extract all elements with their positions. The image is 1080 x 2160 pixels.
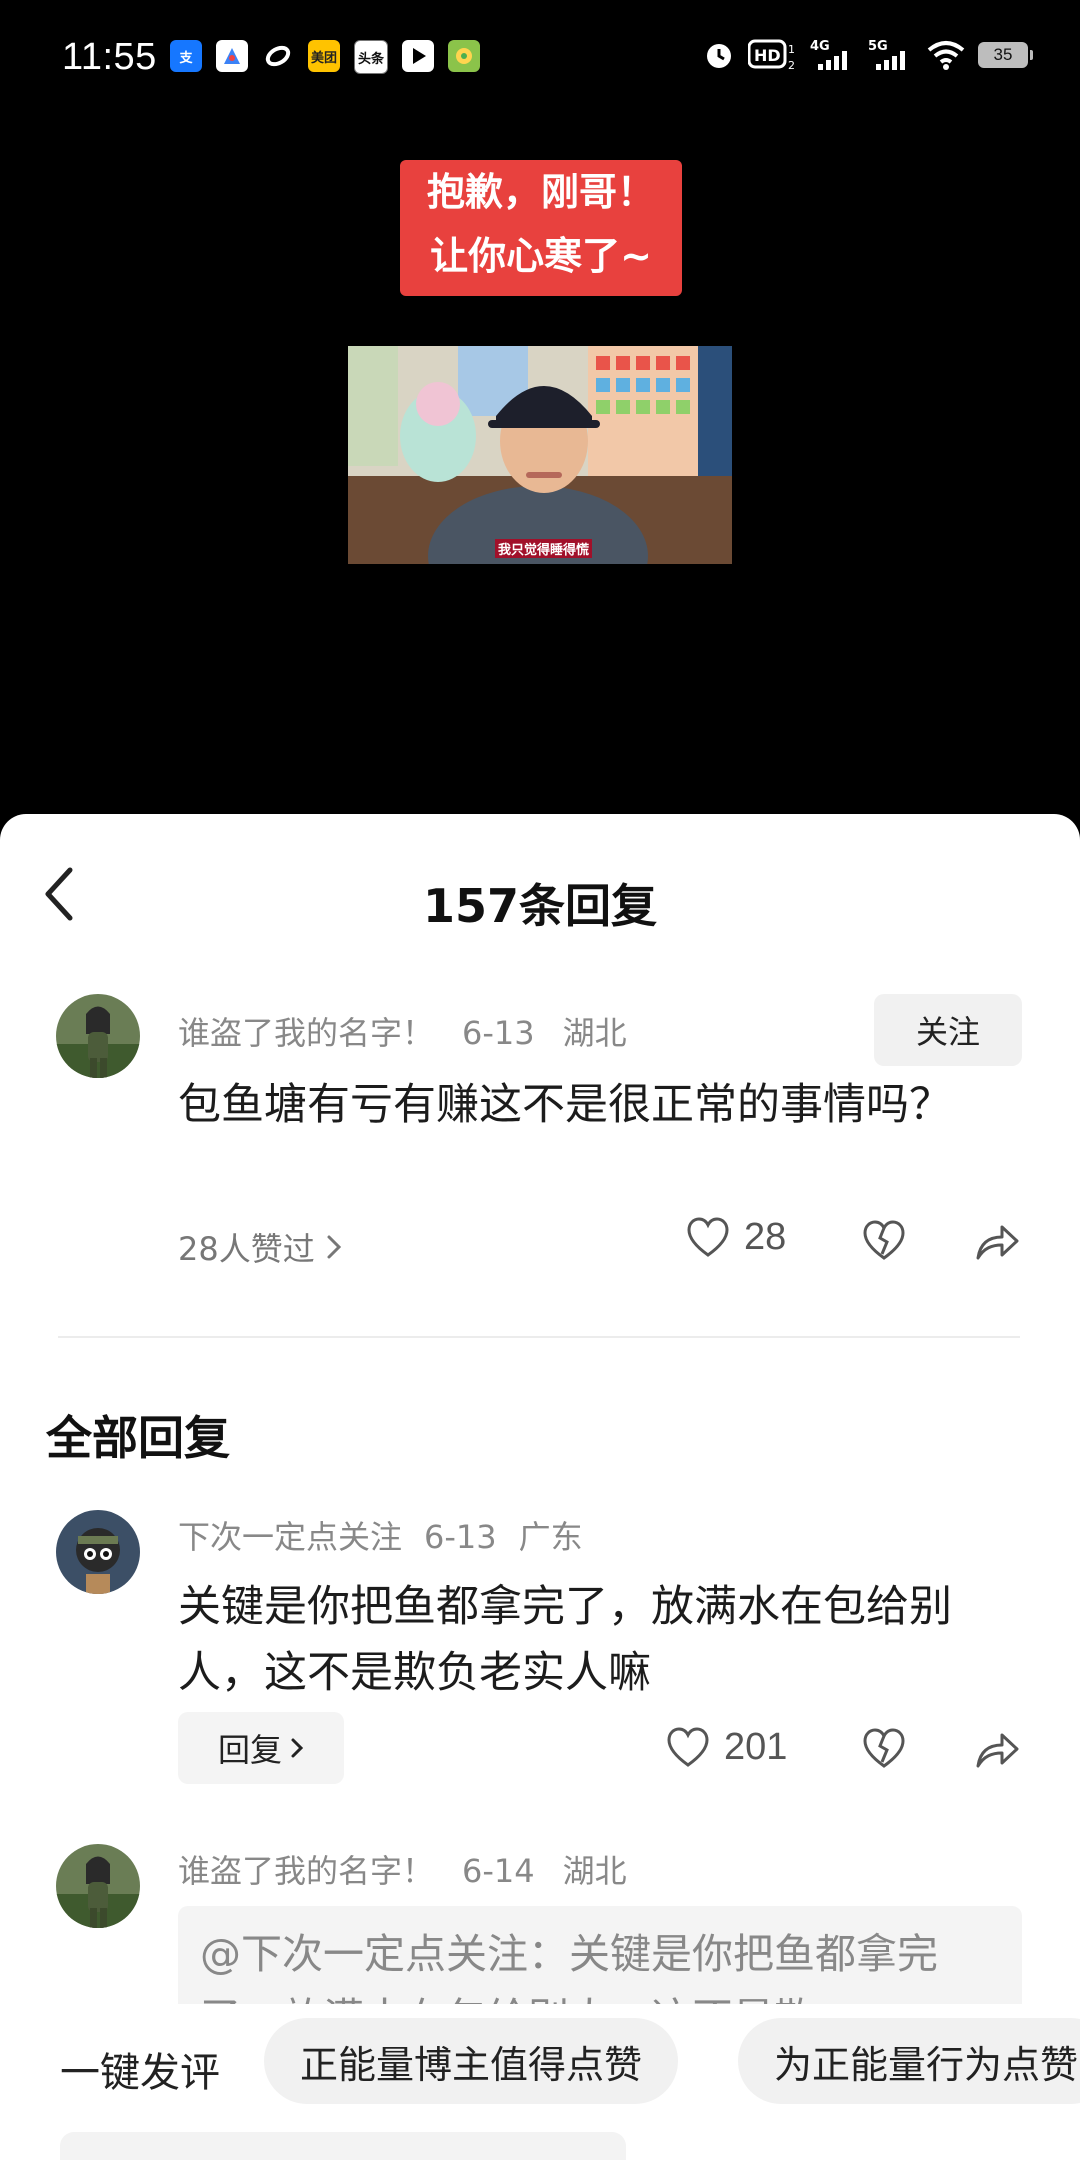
sheet-title: 157条回复 [422, 879, 658, 933]
comment-meta: 谁盗了我的名字！ 6-13 湖北 [178, 1008, 655, 1054]
reply-location: 湖北 [562, 1852, 627, 1890]
dislike-heart-icon[interactable] [862, 1728, 906, 1770]
reply-meta: 下次一定点关注 6-13 广东 [178, 1512, 611, 1558]
sheet-header: 157条回复 [0, 814, 1080, 974]
all-replies-title: 全部回复 [46, 1411, 230, 1465]
reply-date: 6-13 [424, 1518, 497, 1556]
alarm-icon [707, 44, 731, 68]
like-button[interactable]: 201 [666, 1726, 787, 1769]
avatar[interactable] [56, 994, 140, 1078]
video-frame-image [348, 346, 732, 564]
svg-text:HD: HD [754, 46, 781, 65]
liked-by-link[interactable]: 28人赞过 [178, 1224, 343, 1270]
avatar[interactable] [56, 1844, 140, 1928]
meituan-icon: 美团 [308, 40, 340, 72]
banner-line-2: 让你心寒了~ [430, 234, 652, 278]
status-app-icons: 支 美团 头条 [170, 40, 480, 74]
share-icon[interactable] [974, 1730, 1020, 1770]
quick-comment-chip[interactable]: 为正能量行为点赞 [738, 2018, 1080, 2104]
heart-icon [667, 1726, 709, 1767]
username[interactable]: 谁盗了我的名字！ [178, 1014, 434, 1052]
divider [58, 1336, 1020, 1338]
avatar[interactable] [56, 1510, 140, 1594]
share-icon[interactable] [974, 1222, 1020, 1262]
wifi-icon [927, 41, 965, 70]
signal-5g-icon: 5G [868, 39, 905, 70]
svg-text:1: 1 [788, 43, 795, 56]
svg-text:4G: 4G [810, 39, 830, 54]
battery-indicator: 35 [978, 42, 1033, 68]
liked-by-label: 28人赞过 [178, 1230, 315, 1268]
like-count: 28 [744, 1216, 787, 1258]
comment-text: 包鱼塘有亏有赚这不是很正常的事情吗？ [178, 1080, 952, 1130]
video-title-banner: 抱歉，刚哥！ 让你心寒了~ [400, 160, 682, 296]
video-play-icon [402, 40, 434, 72]
like-button[interactable]: 28 [686, 1216, 786, 1259]
username[interactable]: 谁盗了我的名字！ [178, 1852, 434, 1890]
replies-sheet: 157条回复 谁盗了我的名字！ 6-13 湖北 关注 包鱼塘有亏有赚这不是很正常的事… [0, 814, 1080, 2160]
video-subtitle: 我只觉得睡得慌 [495, 539, 593, 558]
quick-comment-bar: 一键发评 正能量博主值得点赞 为正能量行为点赞 [0, 2004, 1080, 2160]
status-right: HD 1 2 4G 5G 35 [702, 38, 1033, 72]
status-bar: 11:55 支 美团 头条 HD 1 2 4G 5G 35 [0, 0, 1080, 118]
music-app-icon [448, 40, 480, 72]
chevron-right-icon [327, 1235, 341, 1259]
rocket-app-icon [216, 40, 248, 72]
comment-location: 湖北 [562, 1014, 627, 1052]
heart-icon [687, 1216, 729, 1257]
follow-button[interactable]: 关注 [874, 994, 1022, 1066]
svg-text:5G: 5G [868, 39, 888, 54]
reply-location: 广东 [518, 1518, 583, 1556]
toutiao-icon: 头条 [354, 40, 388, 74]
video-frame[interactable]: 我只觉得睡得慌 [348, 346, 732, 564]
chevron-right-icon [291, 1738, 304, 1758]
status-time: 11:55 [62, 36, 157, 78]
comment-date: 6-13 [462, 1014, 535, 1052]
reply-date: 6-14 [462, 1852, 535, 1890]
reply-button[interactable]: 回复 [178, 1712, 344, 1784]
reply-button-label: 回复 [217, 1731, 282, 1769]
hd-icon: HD 1 2 [748, 39, 795, 71]
comment-input[interactable] [60, 2132, 626, 2160]
reply-meta: 谁盗了我的名字！ 6-14 湖北 [178, 1846, 655, 1892]
like-count: 201 [724, 1726, 788, 1768]
swirl-app-icon [262, 40, 294, 72]
reply-text: 关键是你把鱼都拿完了，放满水在包给别人，这不是欺负老实人嘛 [178, 1582, 952, 1698]
dislike-heart-icon[interactable] [862, 1220, 906, 1262]
svg-text:2: 2 [788, 59, 795, 71]
banner-line-1: 抱歉，刚哥！ [426, 170, 655, 214]
quick-comment-label: 一键发评 [60, 2050, 220, 2096]
username[interactable]: 下次一定点关注 [178, 1518, 402, 1556]
alipay-icon: 支 [170, 40, 202, 72]
quick-comment-chip[interactable]: 正能量博主值得点赞 [264, 2018, 679, 2104]
signal-4g-icon: 4G [810, 39, 847, 70]
